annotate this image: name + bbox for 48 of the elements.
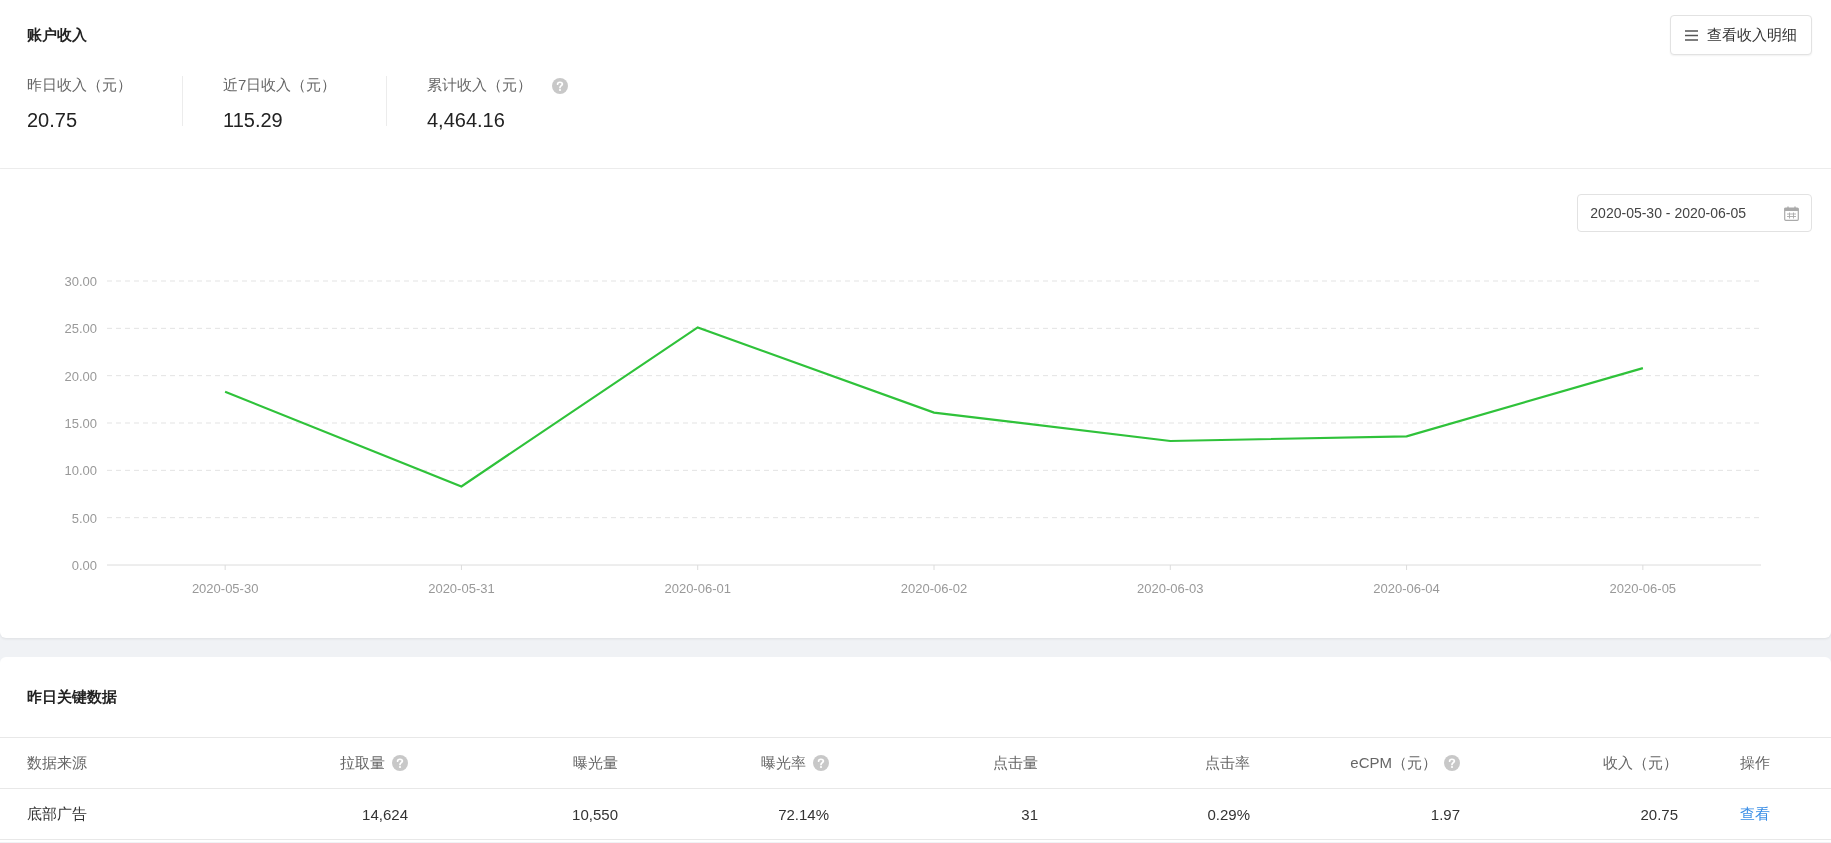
calendar-icon — [1784, 205, 1799, 221]
y-axis-label: 15.00 — [64, 416, 97, 431]
column-header: 数据来源 — [27, 753, 87, 773]
column-header: 点击量 — [993, 753, 1038, 773]
y-axis-label: 30.00 — [64, 274, 97, 289]
stat-value: 4,464.16 — [427, 109, 506, 132]
column-header: 曝光量 — [573, 753, 618, 773]
help-icon — [1444, 755, 1460, 771]
stat-label: 近7日收入（元） — [223, 76, 337, 95]
column-header: 曝光率 — [761, 753, 806, 773]
table-cell: 31 — [1021, 805, 1038, 823]
table-cell: 20.75 — [1640, 805, 1678, 823]
y-axis-label: 0.00 — [71, 558, 97, 573]
column-header: 点击率 — [1205, 753, 1250, 773]
table-cell: 底部广告 — [27, 804, 87, 824]
table-cell: 1.97 — [1430, 805, 1460, 823]
table-cell: 14,624 — [362, 805, 408, 823]
card-title: 账户收入 — [27, 25, 87, 45]
x-axis-label: 2020-06-03 — [1137, 581, 1204, 596]
x-axis-label: 2020-06-04 — [1373, 581, 1440, 596]
x-axis-label: 2020-06-02 — [900, 581, 968, 596]
y-axis-label: 10.00 — [64, 463, 97, 479]
stat-label: 昨日收入（元） — [27, 76, 132, 95]
help-icon — [392, 755, 408, 771]
view-link[interactable]: 查看 — [1740, 804, 1770, 824]
x-axis-label: 2020-05-30 — [191, 581, 259, 596]
y-axis-label: 20.00 — [64, 368, 97, 384]
date-range-field[interactable]: 2020-05-30 - 2020-06-05 — [1577, 194, 1812, 232]
help-icon — [552, 77, 568, 94]
stat-label: 累计收入（元） — [427, 76, 532, 95]
menu-icon — [1685, 29, 1698, 41]
column-header: eCPM（元） — [1350, 753, 1437, 773]
stat-value: 20.75 — [27, 109, 79, 132]
y-axis-label: 5.00 — [71, 510, 97, 526]
table-cell: 72.14% — [778, 805, 829, 823]
help-icon — [813, 755, 829, 771]
income-detail-button[interactable]: 查看收入明细 — [1670, 15, 1812, 55]
x-axis-label: 2020-06-05 — [1609, 581, 1677, 596]
column-header: 操作 — [1740, 753, 1770, 773]
column-header: 收入（元） — [1603, 753, 1678, 773]
table-cell: 10,550 — [572, 805, 618, 823]
card-title: 昨日关键数据 — [0, 657, 1831, 738]
x-axis-label: 2020-05-31 — [428, 581, 495, 596]
table-cell: 0.29% — [1207, 805, 1250, 823]
y-axis-label: 25.00 — [64, 321, 97, 337]
x-axis-label: 2020-06-01 — [664, 581, 731, 596]
stat-value: 115.29 — [223, 109, 284, 132]
column-header: 拉取量 — [340, 753, 385, 773]
